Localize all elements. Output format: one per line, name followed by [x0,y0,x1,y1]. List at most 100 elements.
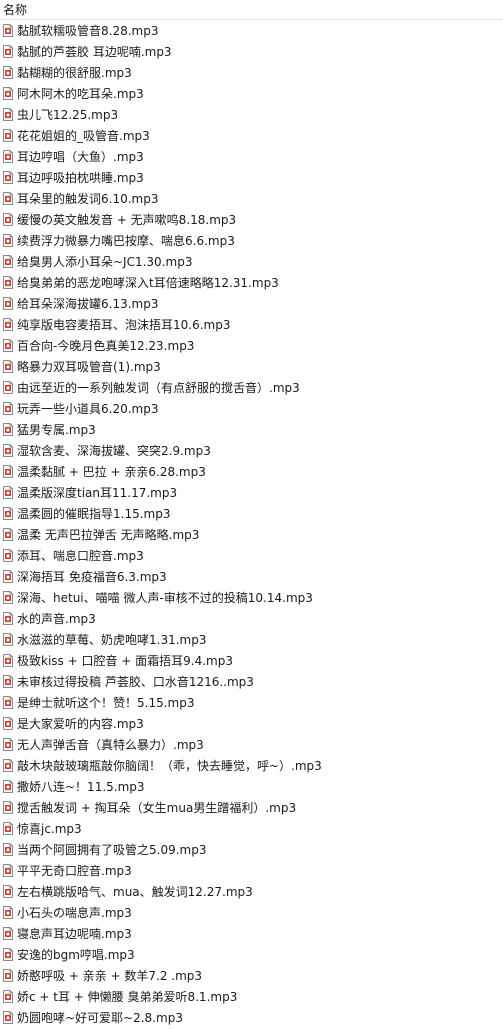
audio-file-icon [3,108,13,121]
file-list: 黏腻软糯吸管音8.28.mp3 黏腻的芦荟胶 耳边呢喃.mp3 黏糊糊的很舒服.… [0,20,503,1028]
file-name: 温柔 无声巴拉弹舌 无声略略.mp3 [17,528,200,542]
file-row[interactable]: 敲木块敲玻璃瓶敲你脑阔！（乖，快去睡觉，呼~）.mp3 [0,755,503,776]
audio-file-icon [3,570,13,583]
file-row[interactable]: 花花姐姐的_吸管音.mp3 [0,125,503,146]
file-name: 小石头の喘息声.mp3 [17,906,132,920]
audio-file-icon [3,780,13,793]
audio-file-icon [3,864,13,877]
file-row[interactable]: 给臭男人添小耳朵~JC1.30.mp3 [0,251,503,272]
file-row[interactable]: 缓慢の英文触发音 + 无声嗽鸣8.18.mp3 [0,209,503,230]
file-name: 温柔圆的催眠指导1.15.mp3 [17,507,171,521]
audio-file-icon [3,675,13,688]
audio-file-icon [3,906,13,919]
file-row[interactable]: 惊喜jc.mp3 [0,818,503,839]
file-row[interactable]: 水的声音.mp3 [0,608,503,629]
file-row[interactable]: 虫儿飞12.25.mp3 [0,104,503,125]
audio-file-icon [3,66,13,79]
file-name: 给耳朵深海拔罐6.13.mp3 [17,297,159,311]
file-row[interactable]: 略暴力双耳吸管音(1).mp3 [0,356,503,377]
file-row[interactable]: 当两个阿圆拥有了吸管之5.09.mp3 [0,839,503,860]
file-row[interactable]: 纯享版电容麦捂耳、泡沫捂耳10.6.mp3 [0,314,503,335]
audio-file-icon [3,423,13,436]
file-row[interactable]: 安逸的bgm哼唱.mp3 [0,944,503,965]
file-row[interactable]: 未审核过得投稿 芦荟胶、口水音1216..mp3 [0,671,503,692]
file-name: 娇c + t耳 + 伸懒腰 臭弟弟爱听8.1.mp3 [17,990,238,1004]
audio-file-icon [3,360,13,373]
audio-file-icon [3,213,13,226]
file-name: 温柔黏腻 + 巴拉 + 亲亲6.28.mp3 [17,465,206,479]
file-row[interactable]: 小石头の喘息声.mp3 [0,902,503,923]
file-row[interactable]: 温柔黏腻 + 巴拉 + 亲亲6.28.mp3 [0,461,503,482]
file-row[interactable]: 搅舌触发词 + 掏耳朵（女生mua男生蹭福利）.mp3 [0,797,503,818]
file-name: 阿木阿木的吃耳朵.mp3 [17,87,144,101]
file-row[interactable]: 寝息声耳边呢喃.mp3 [0,923,503,944]
file-row[interactable]: 温柔版深度tian耳11.17.mp3 [0,482,503,503]
file-name: 添耳、喘息口腔音.mp3 [17,549,144,563]
file-row[interactable]: 续费浮力微暴力嘴巴按摩、喘息6.6.mp3 [0,230,503,251]
file-row[interactable]: 阿木阿木的吃耳朵.mp3 [0,83,503,104]
audio-file-icon [3,843,13,856]
audio-file-icon [3,927,13,940]
audio-file-icon [3,87,13,100]
file-name: 由远至近的一系列触发词（有点舒服的搅舌音）.mp3 [17,381,300,395]
file-row[interactable]: 由远至近的一系列触发词（有点舒服的搅舌音）.mp3 [0,377,503,398]
file-name: 奶圆咆哮~好可爱耶~2.8.mp3 [17,1011,183,1025]
file-name: 水的声音.mp3 [17,612,96,626]
file-row[interactable]: 娇c + t耳 + 伸懒腰 臭弟弟爱听8.1.mp3 [0,986,503,1007]
file-row[interactable]: 温柔圆的催眠指导1.15.mp3 [0,503,503,524]
file-row[interactable]: 奶圆咆哮~好可爱耶~2.8.mp3 [0,1007,503,1028]
file-row[interactable]: 黏糊糊的很舒服.mp3 [0,62,503,83]
audio-file-icon [3,948,13,961]
file-row[interactable]: 给臭弟弟的恶龙咆哮深入t耳倍速略略12.31.mp3 [0,272,503,293]
audio-file-icon [3,255,13,268]
name-column-header[interactable]: 名称 [0,0,503,20]
file-name: 敲木块敲玻璃瓶敲你脑阔！（乖，快去睡觉，呼~）.mp3 [17,759,322,773]
audio-file-icon [3,402,13,415]
file-row[interactable]: 耳边哼唱（大鱼）.mp3 [0,146,503,167]
audio-file-icon [3,822,13,835]
audio-file-icon [3,549,13,562]
file-row[interactable]: 深海、hetui、喵喵 微人声-审核不过的投稿10.14.mp3 [0,587,503,608]
audio-file-icon [3,234,13,247]
file-row[interactable]: 猛男专属.mp3 [0,419,503,440]
file-row[interactable]: 是大家爱听的内容.mp3 [0,713,503,734]
file-row[interactable]: 左右横跳版哈气、mua、触发词12.27.mp3 [0,881,503,902]
audio-file-icon [3,759,13,772]
audio-file-icon [3,486,13,499]
file-name: 水滋滋的草莓、奶虎咆哮1.31.mp3 [17,633,207,647]
file-name: 猛男专属.mp3 [17,423,96,437]
file-row[interactable]: 极致kiss + 口腔音 + 面霜捂耳9.4.mp3 [0,650,503,671]
file-row[interactable]: 温柔 无声巴拉弹舌 无声略略.mp3 [0,524,503,545]
file-row[interactable]: 湿软含麦、深海拔罐、突突2.9.mp3 [0,440,503,461]
file-name: 深海、hetui、喵喵 微人声-审核不过的投稿10.14.mp3 [17,591,313,605]
file-name: 极致kiss + 口腔音 + 面霜捂耳9.4.mp3 [17,654,233,668]
file-name: 温柔版深度tian耳11.17.mp3 [17,486,178,500]
file-row[interactable]: 黏腻的芦荟胶 耳边呢喃.mp3 [0,41,503,62]
file-row[interactable]: 无人声弹舌音（真特么暴力）.mp3 [0,734,503,755]
file-name: 惊喜jc.mp3 [17,822,82,836]
file-row[interactable]: 添耳、喘息口腔音.mp3 [0,545,503,566]
file-row[interactable]: 平平无奇口腔音.mp3 [0,860,503,881]
file-row[interactable]: 娇憨呼吸 + 亲亲 + 数羊7.2 .mp3 [0,965,503,986]
audio-file-icon [3,24,13,37]
file-row[interactable]: 撒娇八连~！11.5.mp3 [0,776,503,797]
file-row[interactable]: 百合向-今晚月色真美12.23.mp3 [0,335,503,356]
audio-file-icon [3,129,13,142]
file-row[interactable]: 水滋滋的草莓、奶虎咆哮1.31.mp3 [0,629,503,650]
file-name: 湿软含麦、深海拔罐、突突2.9.mp3 [17,444,211,458]
file-row[interactable]: 黏腻软糯吸管音8.28.mp3 [0,20,503,41]
file-name: 玩弄一些小道具6.20.mp3 [17,402,159,416]
file-row[interactable]: 玩弄一些小道具6.20.mp3 [0,398,503,419]
file-row[interactable]: 耳边呼吸拍枕哄睡.mp3 [0,167,503,188]
file-row[interactable]: 给耳朵深海拔罐6.13.mp3 [0,293,503,314]
file-name: 安逸的bgm哼唱.mp3 [17,948,135,962]
audio-file-icon [3,1011,13,1024]
audio-file-icon [3,696,13,709]
file-row[interactable]: 深海捂耳 免疫福音6.3.mp3 [0,566,503,587]
file-name: 平平无奇口腔音.mp3 [17,864,132,878]
audio-file-icon [3,276,13,289]
file-name: 缓慢の英文触发音 + 无声嗽鸣8.18.mp3 [17,213,237,227]
file-row[interactable]: 是绅士就听这个！赞！5.15.mp3 [0,692,503,713]
file-row[interactable]: 耳朵里的触发词6.10.mp3 [0,188,503,209]
audio-file-icon [3,171,13,184]
